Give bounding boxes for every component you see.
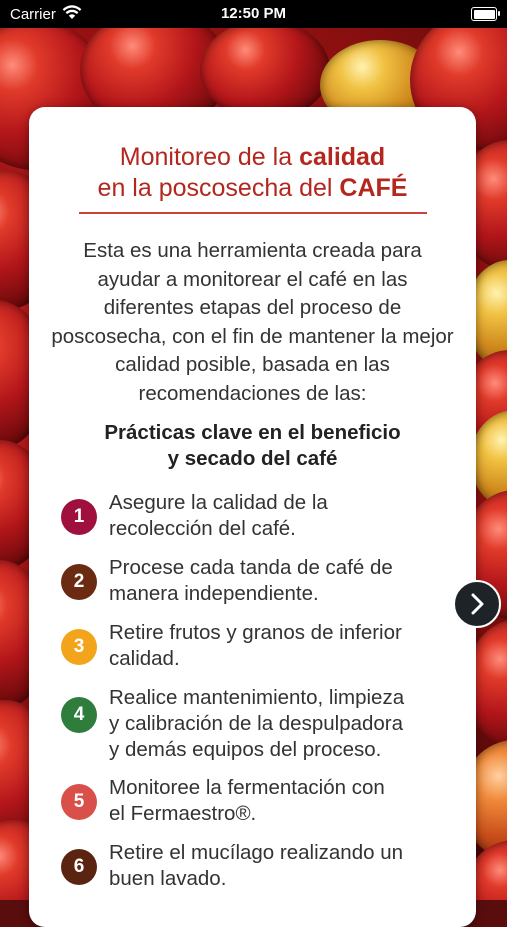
practice-text-line: Realice mantenimiento, limpieza <box>109 686 405 709</box>
practice-text: Retire el mucílago realizando un buen la… <box>109 840 451 892</box>
practice-text-line: calidad. <box>109 647 180 670</box>
title-line1-bold: calidad <box>299 143 386 171</box>
practice-text-line: el Fermaestro®. <box>109 802 257 825</box>
page-title: Monitoreo de la calidad en la poscosecha… <box>29 142 476 204</box>
practice-text-line: y demás equipos del proceso. <box>109 738 382 761</box>
practice-text: Asegure la calidad de la recolección del… <box>109 490 451 542</box>
number-badge: 3 <box>61 629 97 665</box>
practice-text-line: Procese cada tanda de café de <box>109 556 393 579</box>
practice-text-line: Asegure la calidad de la <box>109 491 328 514</box>
number-badge: 6 <box>61 849 97 885</box>
number-badge: 4 <box>61 697 97 733</box>
practices-heading-line2: y secado del café <box>167 447 338 470</box>
clock: 12:50 PM <box>220 5 287 22</box>
practice-text-line: recolección del café. <box>109 517 296 540</box>
practice-text: Retire frutos y granos de inferior calid… <box>109 620 451 672</box>
title-line1-regular: Monitoreo de la <box>119 143 300 171</box>
number-badge: 2 <box>61 564 97 600</box>
practices-heading: Prácticas clave en el beneficio y secado… <box>29 420 476 472</box>
title-line2-bold: CAFÉ <box>339 174 408 202</box>
chevron-right-icon <box>471 593 484 615</box>
practice-text-line: Retire el mucílago realizando un <box>109 841 403 864</box>
practices-heading-line1: Prácticas clave en el beneficio <box>104 421 401 444</box>
practice-text-line: manera independiente. <box>109 582 319 605</box>
number-badge: 5 <box>61 784 97 820</box>
practice-text: Procese cada tanda de café de manera ind… <box>109 555 451 607</box>
battery-icon <box>471 7 500 21</box>
next-button[interactable] <box>453 580 501 628</box>
intro-paragraph: Esta es una herramienta creada para ayud… <box>51 239 454 405</box>
title-divider <box>79 212 427 214</box>
practice-text-line: y calibración de la despulpadora <box>109 712 404 735</box>
number-badge: 1 <box>61 499 97 535</box>
practice-text-line: Retire frutos y granos de inferior <box>109 621 402 644</box>
title-line2-regular: en la poscosecha del <box>97 174 340 202</box>
practice-text: Monitoree la fermentación con el Fermaes… <box>109 775 451 827</box>
status-bar: Carrier 12:50 PM <box>0 0 507 28</box>
practice-text: Realice mantenimiento, limpieza y calibr… <box>109 685 451 763</box>
practice-text-line: buen lavado. <box>109 867 227 890</box>
intro-card: Monitoreo de la calidad en la poscosecha… <box>29 107 476 927</box>
practice-text-line: Monitoree la fermentación con <box>109 776 385 799</box>
